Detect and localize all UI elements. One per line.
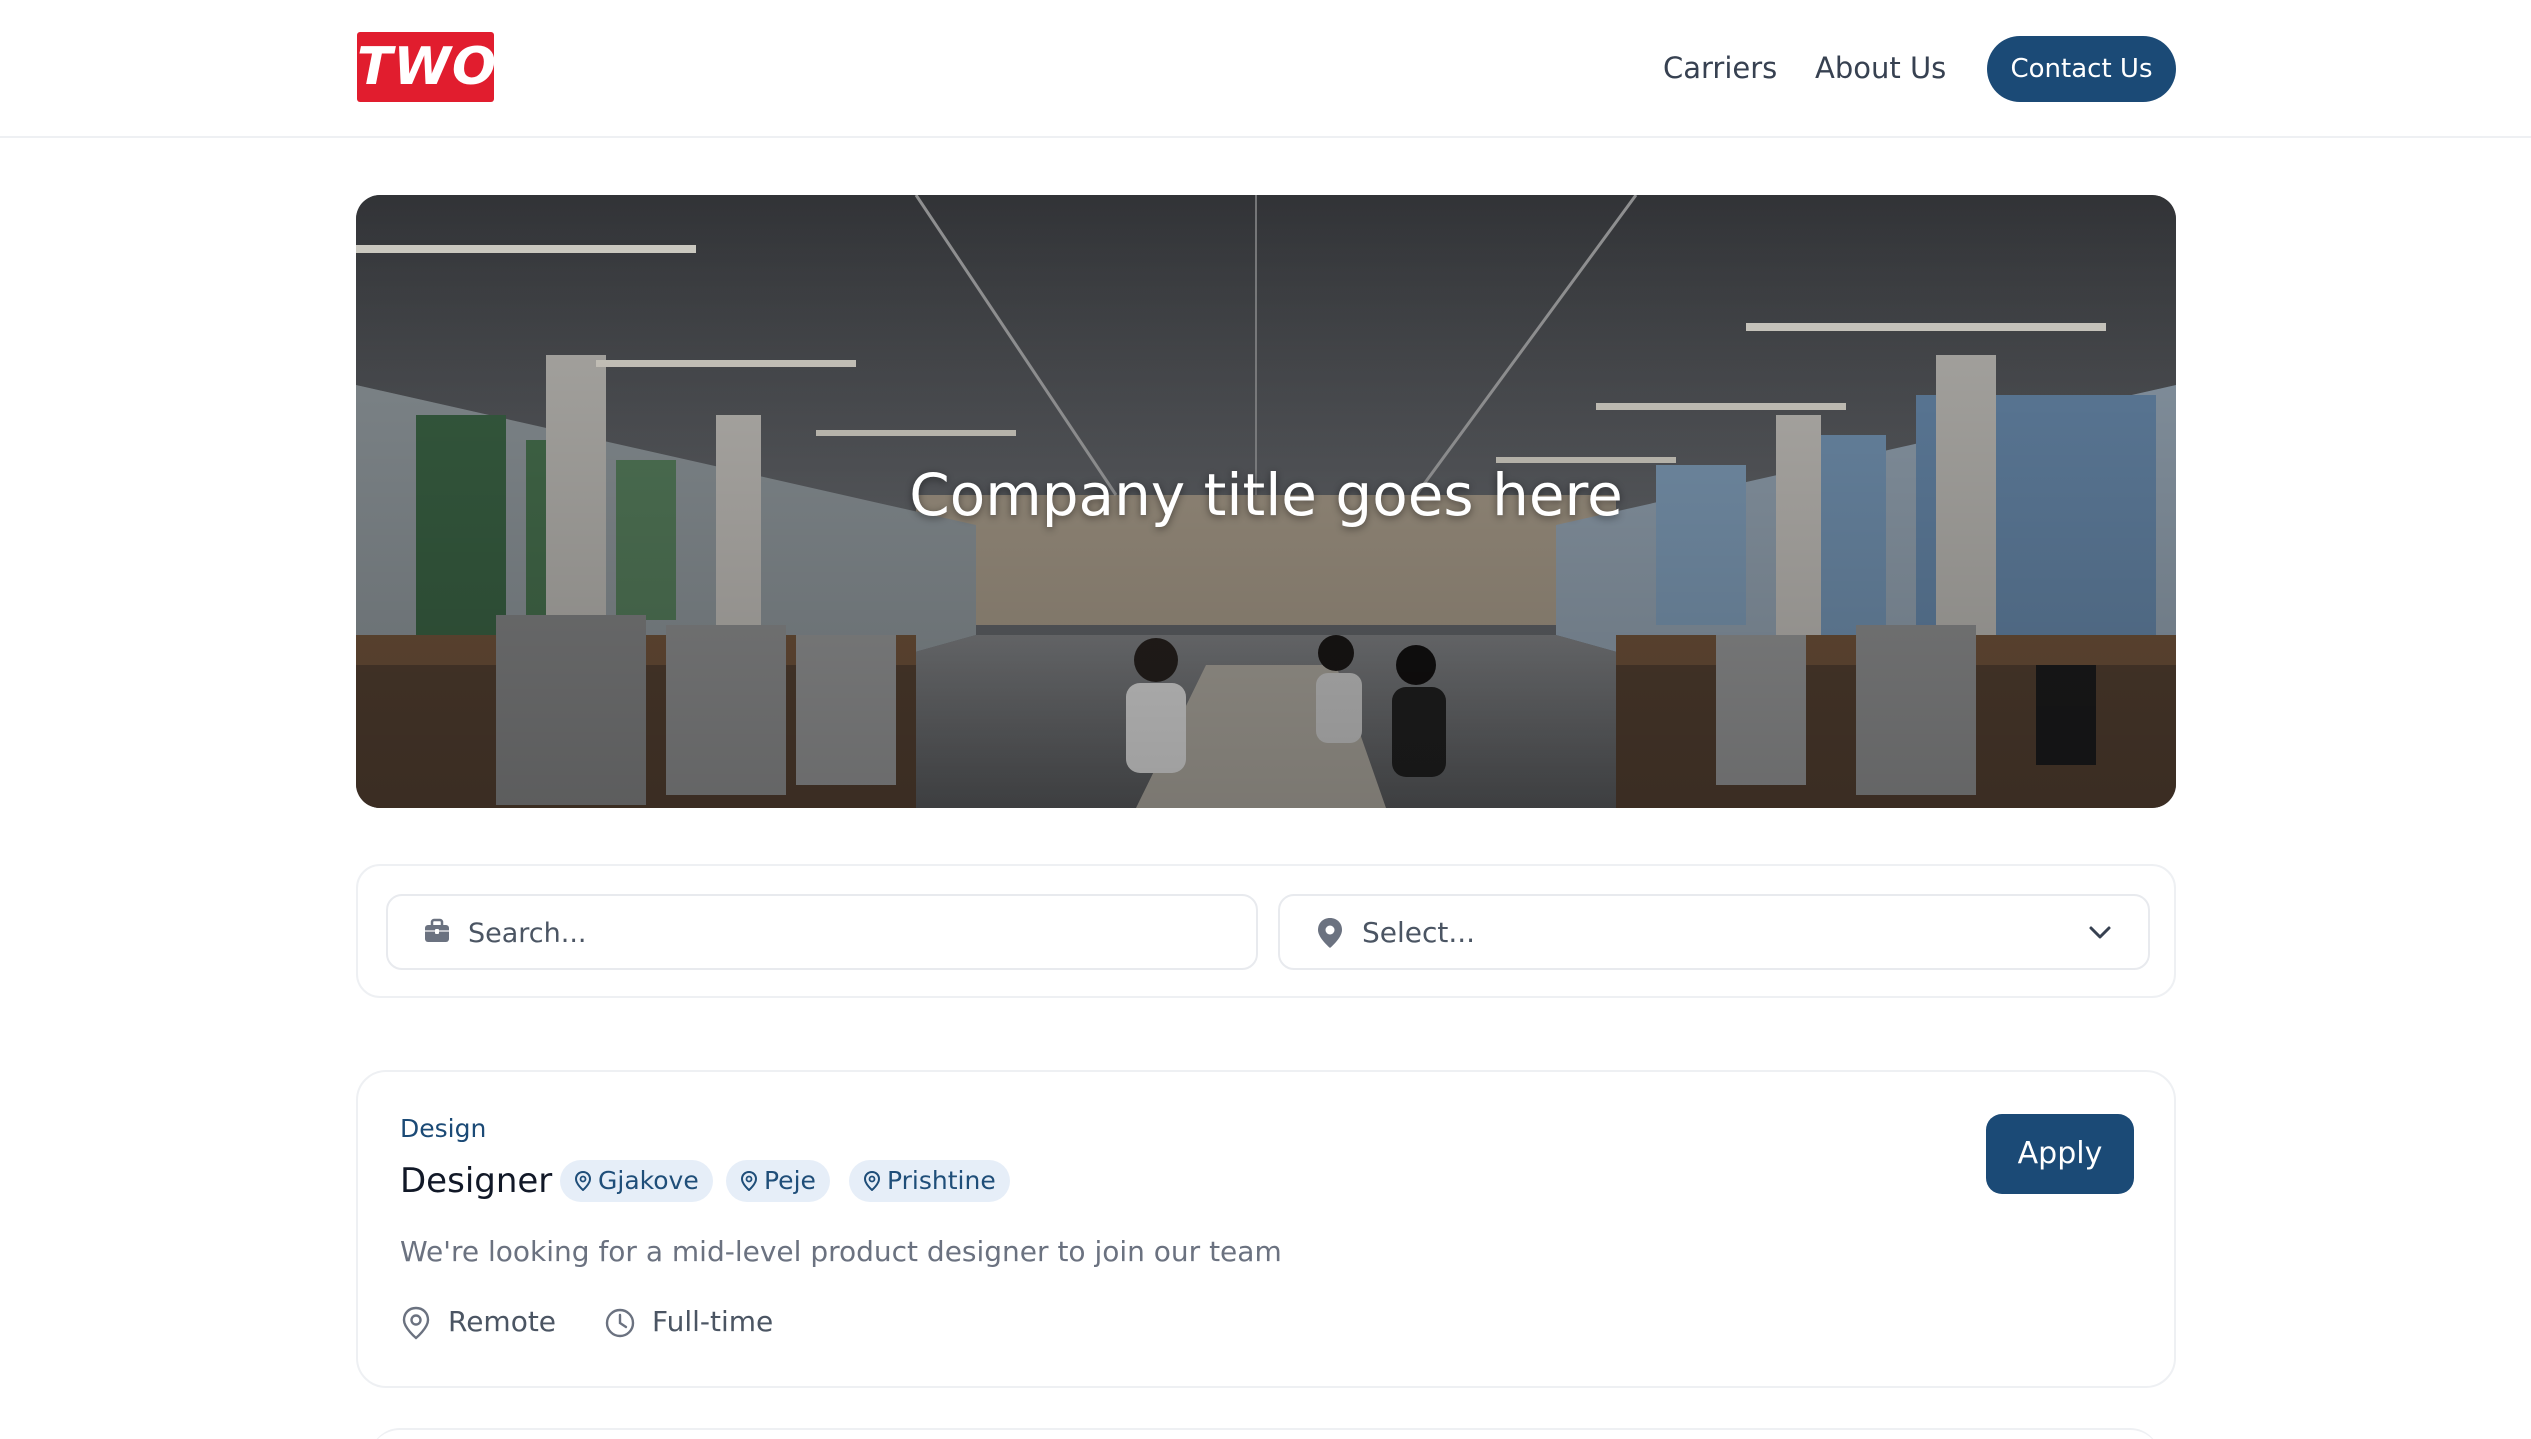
job-card-next [370,1428,2160,1439]
chevron-down-icon[interactable] [2086,918,2114,946]
location-select-value: Select... [1362,916,1476,949]
map-pin-icon [1318,918,1342,948]
briefcase-icon [425,918,449,942]
job-title[interactable]: Designer [400,1158,552,1204]
search-field[interactable] [386,894,1258,970]
map-pin-icon [863,1171,881,1191]
location-select[interactable]: Select... [1278,894,2150,970]
location-tag-label: Gjakove [598,1166,699,1195]
apply-button[interactable]: Apply [1986,1114,2134,1194]
work-mode: Remote [400,1302,556,1342]
job-card: Design Designer Gjakove Peje Prishtine W… [356,1070,2176,1388]
job-description: We're looking for a mid-level product de… [400,1235,1282,1268]
employment-type: Full-time [604,1302,773,1342]
map-pin-icon [740,1171,758,1191]
clock-icon [605,1308,635,1338]
work-mode-label: Remote [448,1305,557,1338]
hero-banner: Company title goes here [356,195,2176,808]
location-tag-label: Peje [764,1166,816,1195]
nav-link-carriers[interactable]: Carriers [1663,48,1777,88]
job-category: Design [400,1114,487,1143]
company-logo[interactable]: TWO [357,32,496,102]
hero-title: Company title goes here [909,461,1623,529]
contact-us-button[interactable]: Contact Us [1987,36,2176,102]
map-pin-icon [574,1171,592,1191]
employment-type-label: Full-time [652,1305,774,1338]
site-header: TWO Carriers About Us Contact Us [0,0,2531,138]
map-pin-icon [402,1306,430,1340]
location-tag-peje: Peje [726,1160,830,1202]
location-tag-label: Prishtine [887,1166,996,1195]
location-tag-prishtine: Prishtine [849,1160,1010,1202]
nav-link-about-us[interactable]: About Us [1815,48,1946,88]
search-input[interactable] [468,908,1228,958]
location-tag-gjakove: Gjakove [560,1160,713,1202]
job-filter-bar: Select... [356,864,2176,998]
